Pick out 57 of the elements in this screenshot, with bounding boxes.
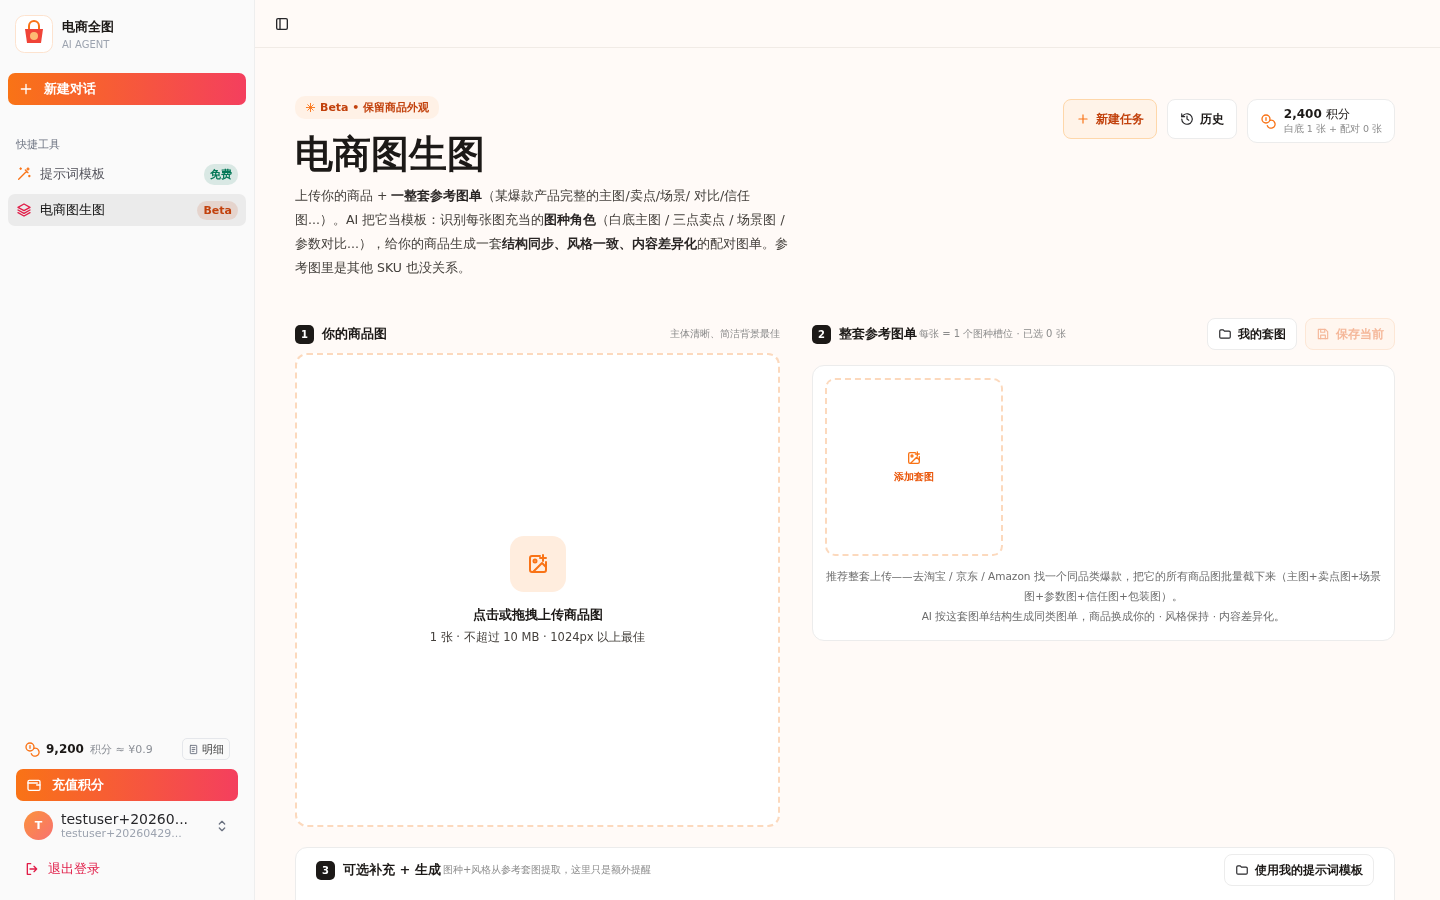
wallet-icon (26, 777, 42, 793)
upload-hint: 1 张 · 不超过 10 MB · 1024px 以上最佳 (429, 629, 646, 645)
layers-icon (16, 202, 32, 218)
save-icon (1316, 327, 1330, 341)
tip-text: AI 按这套图单结构生成同类图单，商品换成你的 · 风格保持 · 内容差异化。 (920, 609, 1287, 624)
step-number: 2 (812, 324, 831, 344)
details-button[interactable]: 明细 (182, 738, 230, 760)
folder-icon (1218, 327, 1232, 341)
upload-title: 点击或拖拽上传商品图 (472, 605, 603, 624)
step-hint: 图种+风格从参考套图提取，这里只是额外提醒 (442, 863, 652, 877)
step-title: 可选补充 + 生成 (343, 861, 441, 879)
history-icon (1179, 112, 1194, 126)
page-title: 电商图生图 (295, 131, 486, 178)
cost-breakdown: 白底 1 张 + 配对 0 张 (1283, 123, 1382, 136)
sparkle-icon (305, 102, 316, 113)
step-hint: 主体清晰、简洁背景最佳 (670, 327, 780, 341)
credits-amount: 9,200 (46, 742, 84, 756)
avatar: T (24, 811, 53, 840)
step-title: 整套参考图单 (839, 325, 917, 343)
credits-note: 积分 ≈ ¥0.9 (89, 741, 153, 757)
user-email: testuser+20260429... (61, 827, 183, 840)
logout-icon (24, 861, 40, 877)
credit-cost: 2,400 积分 (1283, 106, 1351, 123)
history-button[interactable]: 历史 (1166, 99, 1237, 139)
shopping-bag-logo (15, 15, 53, 53)
step-number: 1 (295, 324, 314, 344)
upload-dropzone[interactable]: 点击或拖拽上传商品图 1 张 · 不超过 10 MB · 1024px 以上最佳 (295, 353, 780, 827)
new-task-button[interactable]: 新建任务 (1062, 99, 1157, 139)
sidebar-item[interactable]: 电商图生图 Beta (8, 194, 246, 226)
sidebar-item[interactable]: 提示词模板 免费 (8, 158, 246, 190)
upload-icon (509, 535, 566, 592)
coins-icon (24, 741, 40, 757)
prompt-template-button[interactable]: 使用我的提示词模板 (1224, 854, 1374, 886)
my-sets-button[interactable]: 我的套图 (1207, 318, 1297, 350)
folder-icon (1235, 863, 1249, 877)
user-menu[interactable]: T testuser+20260... testuser+20260429... (8, 803, 246, 848)
logout-link[interactable]: 退出登录 (8, 848, 246, 900)
image-plus-icon (906, 450, 922, 466)
plus-icon (18, 81, 34, 97)
tip-text: 推荐整套上传——去淘宝 / 京东 / Amazon 找一个同品类爆款，把它的所有商品图批量截下来（主图+卖点图+场景图+参数图+信任图+包装图）。 (825, 569, 1382, 604)
receipt-icon (188, 743, 199, 755)
step-title: 你的商品图 (322, 325, 387, 343)
app-name: 电商全图 (62, 18, 114, 36)
page-description: 上传你的商品 + 一整套参考图单（某爆款产品完整的主图/卖点/场景/ 对比/信任图...）。AI 把它当模板：识别每张图充当的图种角色（白底主图 / 三点卖点 / 场景图 / 参数对比...），给你的商品生成一套结构同步、风格一致、内容差异化的配对图单。参考图里是其他 SKU 也没关系。 (295, 187, 789, 277)
step-number: 3 (316, 860, 335, 880)
magic-wand-icon (16, 166, 32, 182)
step-hint: 每张 = 1 个图种槽位 · 已选 0 张 (919, 327, 1066, 341)
plus-icon (1075, 112, 1090, 126)
coins-icon (1259, 113, 1276, 129)
app-subtitle: AI AGENT (62, 39, 111, 50)
badge: Beta (197, 200, 238, 220)
section-title: 快捷工具 (16, 137, 61, 152)
user-name: testuser+20260... (61, 811, 190, 827)
add-set-tile[interactable]: 添加套图 (825, 378, 1003, 556)
feature-tag: Beta • 保留商品外观 (295, 96, 440, 119)
badge: 免费 (204, 163, 238, 185)
sidebar-icon (274, 15, 290, 32)
